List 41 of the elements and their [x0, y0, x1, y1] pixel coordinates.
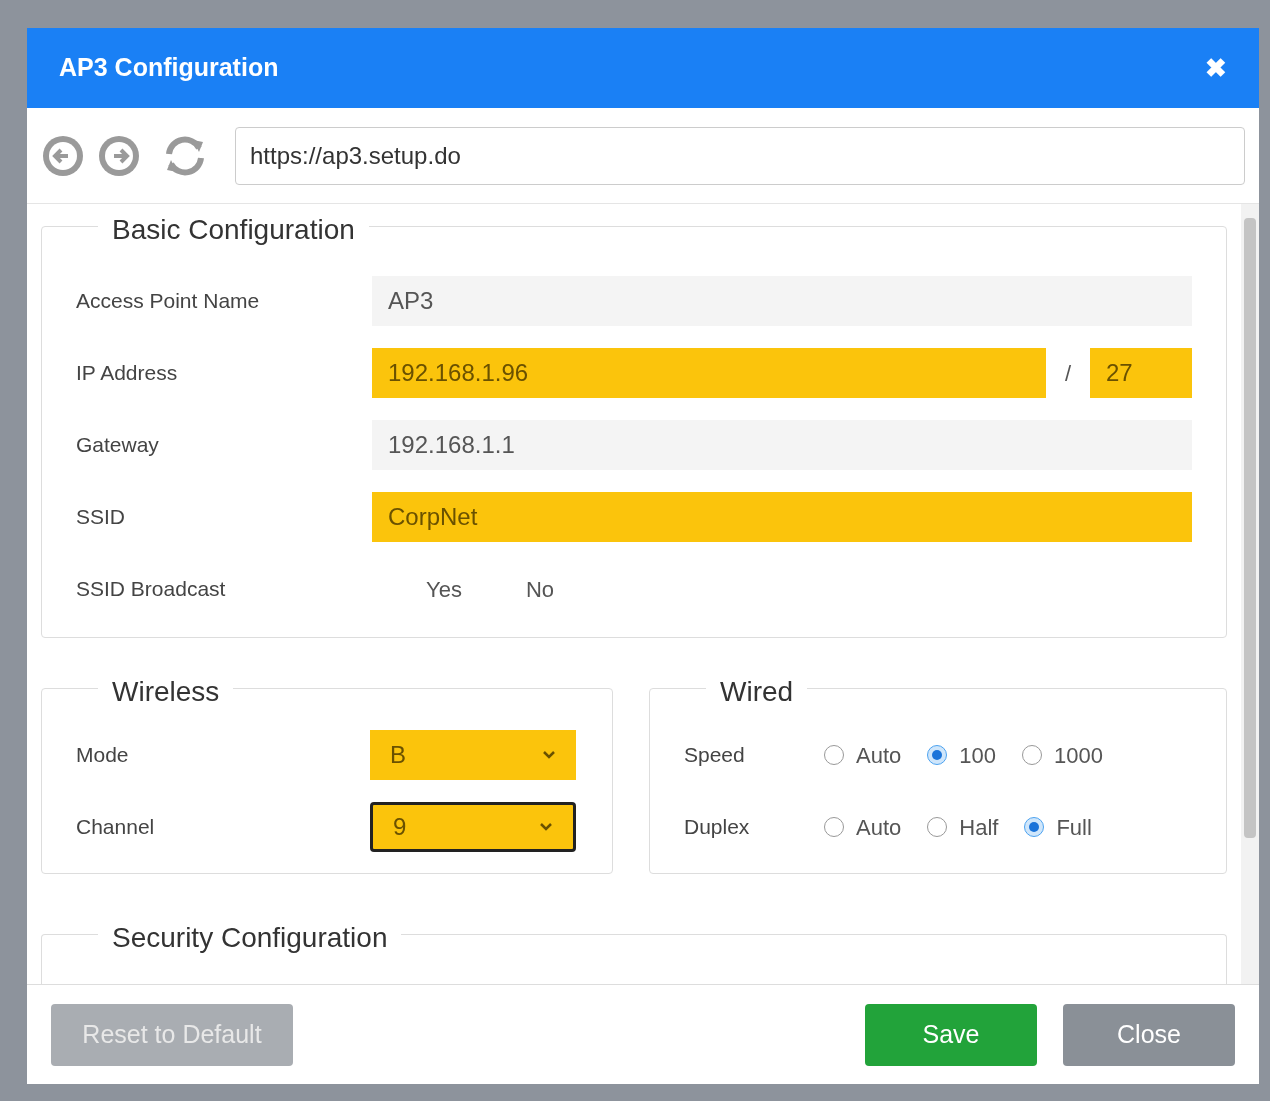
option-label: Auto	[856, 741, 902, 770]
scrollbar[interactable]	[1241, 204, 1259, 984]
option-label: Auto	[856, 813, 902, 842]
option-label: 100	[959, 741, 996, 770]
forward-icon[interactable]	[97, 133, 141, 178]
radio-button[interactable]	[1024, 817, 1045, 837]
radio-button[interactable]	[1022, 745, 1042, 765]
input-field[interactable]: 192.168.1.96	[372, 348, 1046, 398]
input-field[interactable]: AP3	[372, 276, 1192, 326]
back-icon[interactable]	[41, 133, 85, 178]
chevron-icon	[542, 750, 556, 760]
radio-button[interactable]	[927, 745, 948, 765]
input-field[interactable]: 192.168.1.1	[372, 420, 1192, 470]
option-label: No	[525, 575, 554, 604]
address-field[interactable]: https://ap3.setup.do	[235, 126, 1245, 185]
field-label: Duplex	[684, 814, 751, 841]
option-label: 1000	[1054, 741, 1103, 770]
radio-button[interactable]	[824, 745, 844, 765]
separator-text: /	[1063, 359, 1073, 388]
window-title: AP3 Configuration	[59, 52, 279, 84]
radio-button[interactable]	[927, 817, 948, 837]
chevron-icon	[539, 822, 553, 832]
field-label: Speed	[684, 742, 746, 769]
option-label: Full	[1056, 813, 1092, 842]
option-label: Half	[959, 813, 999, 842]
input-field[interactable]: CorpNet	[372, 492, 1192, 542]
dropdown[interactable]: B	[370, 730, 576, 780]
field-label: Channel	[76, 814, 156, 841]
dropdown[interactable]: 9	[370, 802, 576, 852]
field-label: SSID	[76, 504, 126, 531]
field-label: SSID Broadcast	[76, 576, 227, 603]
field-label: Mode	[76, 742, 130, 769]
input-field[interactable]: 27	[1090, 348, 1192, 398]
save-button[interactable]: Save	[865, 1003, 1037, 1066]
field-label: IP Address	[76, 360, 179, 387]
field-label: Gateway	[76, 432, 160, 459]
option-label: Yes	[426, 575, 462, 604]
close-button[interactable]: Close	[1063, 1003, 1235, 1066]
field-label: Access Point Name	[76, 288, 261, 315]
radio-button[interactable]	[824, 817, 844, 837]
close-button[interactable]: ✖	[1205, 48, 1227, 88]
